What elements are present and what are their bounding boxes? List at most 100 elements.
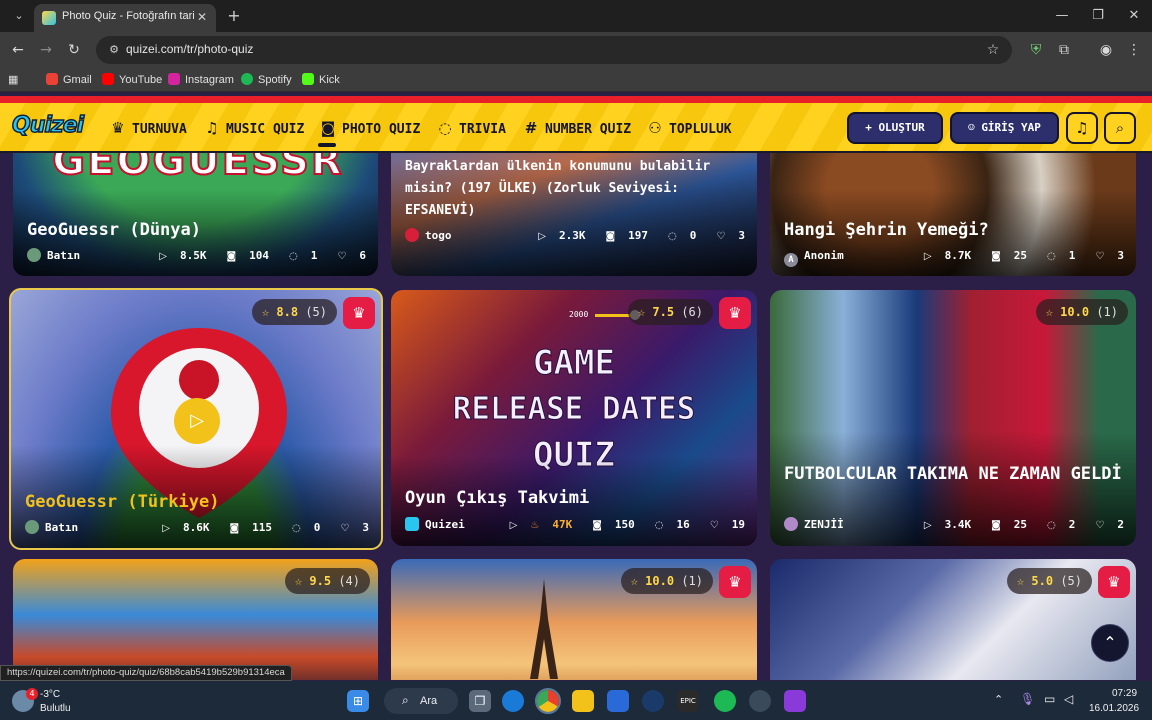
comment-icon: ◌ [1047,520,1056,531]
youtube-icon [102,73,114,85]
quiz-card-bayraklar[interactable]: Bayraklardan ülkenin konumunu bulabilir … [391,153,757,276]
nav-number-quiz[interactable]: # NUMBER QUIZ [521,118,631,138]
card-author[interactable]: Batın [27,248,80,264]
nav-photo-quiz[interactable]: ◙ PHOTO QUIZ [318,118,421,138]
tab-search-chevron-icon[interactable]: ⌄ [8,6,30,26]
play-button[interactable]: ▷ [174,398,220,444]
reload-icon[interactable]: ↻ [64,40,84,60]
quiz-grid: GEOGUESSR GeoGuessr (Dünya) Batın ▷ 8.5K ◙… [0,153,1152,680]
nav-trivia[interactable]: ◌ TRIVIA [435,118,506,138]
rating-count: (6) [681,305,703,319]
microphone-icon[interactable]: 🎙 [1020,692,1035,706]
crown-icon[interactable]: ♛ [719,297,751,329]
card-stats: ▷ 2.3K ◙ 197 ◌ 0 ♡ 3 [518,228,745,244]
task-view-icon[interactable]: ❐ [469,690,491,712]
login-button[interactable]: ☺ GİRİŞ YAP [950,112,1059,144]
bookmark-gmail[interactable]: Gmail [46,72,92,88]
volume-icon[interactable]: ◁ [1064,692,1073,706]
close-tab-icon[interactable]: ✕ [194,9,210,25]
epic-games-icon[interactable]: EPIC [677,690,699,712]
discord-icon[interactable] [749,690,771,712]
bookmark-instagram[interactable]: Instagram [168,72,234,88]
photos-count: 25 [1013,518,1028,531]
app-icon[interactable] [784,690,806,712]
quiz-card-row3-1[interactable]: ☆ 9.5 (4) [13,559,378,680]
quiz-card-oyun-cikis-takvimi[interactable]: 2000 ☆ 7.5 (6) ♛ GAME RELEASE DATES QUIZ… [391,290,757,546]
windows-start-icon[interactable]: ⊞ [347,690,369,712]
banner-line: GAME [533,343,616,384]
address-bar[interactable]: ⚙ quizei.com/tr/photo-quiz ☆ [96,36,1012,64]
banner-line: RELEASE DATES [452,391,696,428]
crown-icon[interactable]: ♛ [343,297,375,329]
clock-date[interactable]: 16.01.2026 [1089,703,1139,714]
star-icon: ☆ [1016,574,1025,588]
extension-shield-icon[interactable]: ⛨ [1026,40,1046,60]
browser-menu-icon[interactable]: ⋮ [1124,40,1144,60]
bookmark-label: Gmail [63,74,92,86]
quizei-logo[interactable]: Quizei [11,112,92,143]
notifications-bell-icon[interactable]: ♫ [1066,112,1098,144]
create-label: OLUŞTUR [878,121,925,134]
nav-turnuva[interactable]: ♛ TURNUVA [108,118,187,138]
spotify-icon[interactable] [714,690,736,712]
bookmark-kick[interactable]: Kick [302,72,340,88]
file-explorer-icon[interactable] [572,690,594,712]
store-icon[interactable] [607,690,629,712]
bookmark-star-icon[interactable]: ☆ [984,41,1002,59]
restore-icon[interactable]: ❐ [1080,6,1116,26]
bookmark-youtube[interactable]: YouTube [102,72,162,88]
nav-music-quiz[interactable]: ♫ MUSIC QUIZ [202,118,304,138]
minimize-icon[interactable]: — [1044,6,1080,26]
forward-icon[interactable]: → [36,40,56,60]
comments-count: 16 [676,518,690,531]
new-tab-icon[interactable]: + [224,6,244,26]
camera-icon: ◙ [605,231,616,242]
author-name: Batın [47,249,81,262]
edge-icon[interactable] [502,690,524,712]
crown-icon[interactable]: ♛ [719,566,751,598]
card-author[interactable]: ZENJİİ [784,517,844,533]
card-title: Hangi Şehrin Yemeği? [784,220,989,240]
steam-icon[interactable] [642,690,664,712]
tab-title: Photo Quiz - Fotoğrafın tarihini [62,10,194,22]
quiz-card-futbolcular[interactable]: ☆ 10.0 (1) FUTBOLCULAR TAKIMA NE ZAMAN G… [770,290,1136,546]
quiz-card-hangi-sehrin-yemegi[interactable]: Hangi Şehrin Yemeği? A Anonim ▷ 8.7K ◙ 25 ◌ 1 ♡… [770,153,1136,276]
avatar [27,248,41,262]
quiz-card-row3-2[interactable]: ☆ 10.0 (1) ♛ [391,559,757,680]
scroll-to-top-button[interactable]: ⌃ [1091,624,1129,662]
login-label: GİRİŞ YAP [981,121,1041,134]
chrome-icon[interactable] [535,688,561,714]
quiz-card-geoguessr-turkiye[interactable]: ▷ ☆ 8.8 (5) ♛ GeoGuessr (Türkiye) Batın … [9,288,383,550]
quiz-card-geoguessr-dunya[interactable]: GEOGUESSR GeoGuessr (Dünya) Batın ▷ 8.5K ◙… [13,153,378,276]
create-button[interactable]: + OLUŞTUR [847,112,943,144]
network-icon[interactable]: ▭ [1044,692,1055,706]
taskbar-search[interactable]: ⌕ Ara [384,688,458,714]
bookmark-spotify[interactable]: Spotify [241,72,292,88]
browser-tab-photo-quiz[interactable]: Photo Quiz - Fotoğrafın tarihini ✕ [34,4,216,32]
rating-value: 8.8 [276,305,299,319]
card-author[interactable]: Quizei [405,517,465,533]
back-icon[interactable]: ← [8,40,28,60]
plays-count: 8.5K [179,249,207,262]
comment-icon: ◌ [289,251,298,262]
tray-chevron-icon[interactable]: ⌃ [994,693,1003,706]
quiz-card-row3-3[interactable]: ☆ 5.0 (5) ♛ [770,559,1136,680]
play-icon: ▷ [159,251,167,262]
crown-icon[interactable]: ♛ [1098,566,1130,598]
card-title: FUTBOLCULAR TAKIMA NE ZAMAN GELDİ [784,464,1122,484]
apps-grid-icon[interactable]: ▦ [8,72,18,88]
close-window-icon[interactable]: ✕ [1116,6,1152,26]
profile-avatar-icon[interactable]: ◉ [1096,40,1116,60]
site-info-icon[interactable]: ⚙ [106,42,122,58]
url-text[interactable]: quizei.com/tr/photo-quiz [126,42,253,58]
author-name: Quizei [425,518,465,531]
rating-badge: ☆ 10.0 (1) [1035,299,1128,325]
clock-time[interactable]: 07:29 [1112,688,1137,699]
extensions-puzzle-icon[interactable]: ⧉ [1054,40,1074,60]
search-icon[interactable]: ⌕ [1104,112,1136,144]
card-author[interactable]: A Anonim [784,248,844,267]
spotify-icon [241,73,253,85]
nav-topluluk[interactable]: ⚇ TOPLULUK [645,118,731,138]
card-author[interactable]: Batın [25,520,78,536]
card-author[interactable]: togo [405,228,452,244]
